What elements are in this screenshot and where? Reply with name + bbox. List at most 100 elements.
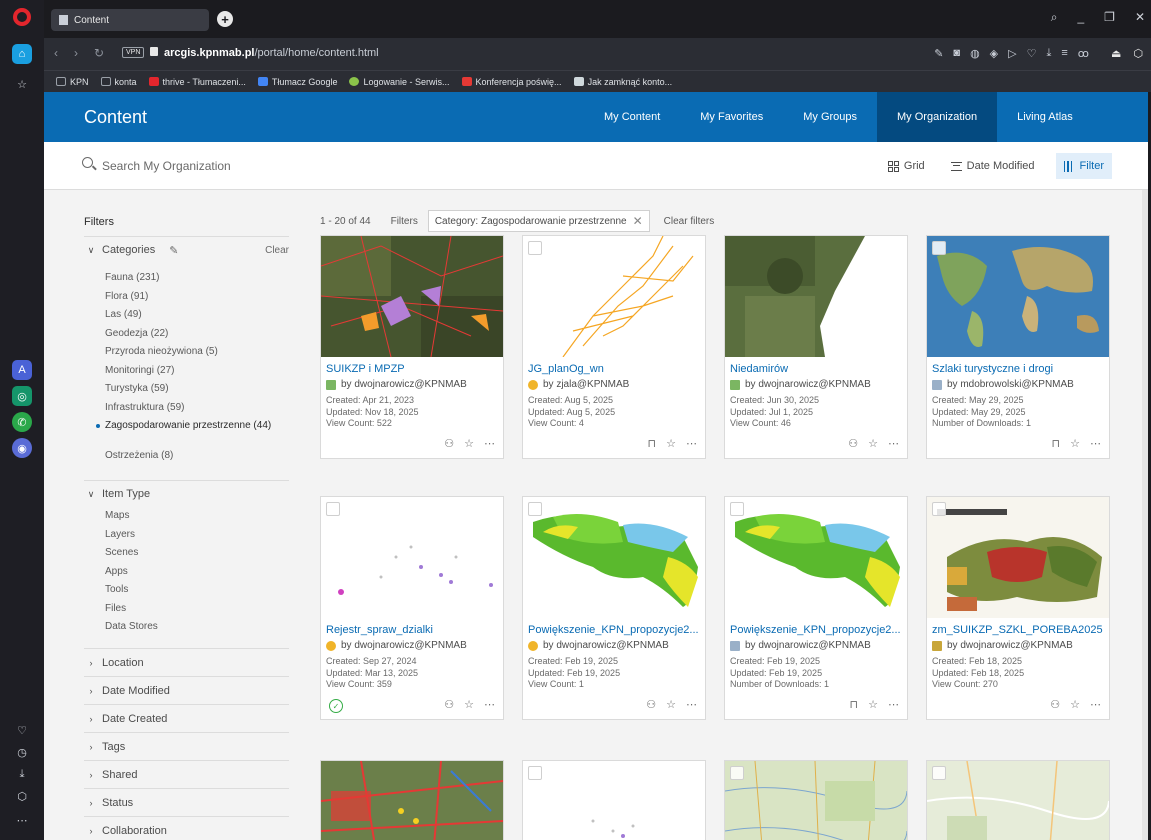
- more-icon[interactable]: ⋯: [1090, 698, 1101, 711]
- item-card[interactable]: [926, 760, 1110, 840]
- tab-my-organization[interactable]: My Organization: [877, 92, 998, 142]
- clear-categories-button[interactable]: Clear: [265, 245, 289, 256]
- facet-status-header[interactable]: › Status: [84, 789, 289, 817]
- tab-living-atlas[interactable]: Living Atlas: [997, 92, 1093, 142]
- star-icon[interactable]: ☆: [666, 698, 676, 711]
- chatgpt-icon[interactable]: ◎: [12, 386, 32, 406]
- reload-icon[interactable]: ↻: [94, 46, 104, 60]
- facet-date-modified-header[interactable]: › Date Modified: [84, 677, 289, 705]
- sort-button[interactable]: Date Modified: [946, 153, 1040, 179]
- category-item[interactable]: Turystyka (59): [105, 380, 289, 399]
- item-type-item[interactable]: Tools: [105, 581, 289, 600]
- item-type-item[interactable]: Maps: [105, 507, 289, 526]
- scrollbar[interactable]: [1142, 190, 1148, 840]
- tab-my-groups[interactable]: My Groups: [783, 92, 877, 142]
- aria-icon[interactable]: A: [12, 360, 32, 380]
- menu-icon[interactable]: ≡: [1061, 47, 1067, 60]
- share-icon[interactable]: ⚇: [1050, 698, 1060, 711]
- item-card[interactable]: SUIKZP i MPZP by dwojnarowicz@KPNMAB Cre…: [320, 235, 504, 459]
- more-icon[interactable]: ⋯: [686, 698, 697, 711]
- category-item[interactable]: Las (49): [105, 306, 289, 325]
- item-card[interactable]: [724, 760, 908, 840]
- category-item[interactable]: Infrastruktura (59): [105, 399, 289, 418]
- item-title[interactable]: Powiększenie_KPN_propozycje2...: [730, 624, 902, 638]
- select-checkbox[interactable]: [528, 241, 542, 255]
- select-checkbox[interactable]: [730, 502, 744, 516]
- item-thumbnail[interactable]: [321, 761, 503, 840]
- bookmark-item[interactable]: Konferencja poświę...: [461, 77, 562, 87]
- music-player-icon[interactable]: ◉: [12, 438, 32, 458]
- category-item-selected[interactable]: Zagospodarowanie przestrzenne (44): [96, 417, 289, 447]
- maximize-icon[interactable]: ❐: [1104, 10, 1115, 25]
- item-card[interactable]: [522, 760, 706, 840]
- close-icon[interactable]: ✕: [1135, 10, 1145, 25]
- category-item[interactable]: Przyroda nieożywiona (5): [105, 343, 289, 362]
- camera-icon[interactable]: ◙: [953, 47, 960, 60]
- item-thumbnail[interactable]: [927, 497, 1109, 618]
- select-checkbox[interactable]: [932, 241, 946, 255]
- item-card[interactable]: Powiększenie_KPN_propozycje2... by dwojn…: [522, 496, 706, 720]
- item-card[interactable]: [320, 760, 504, 840]
- item-title[interactable]: JG_planOg_wn: [528, 363, 700, 377]
- category-item[interactable]: Monitoringi (27): [105, 362, 289, 381]
- wallet-icon[interactable]: ◈: [990, 47, 998, 60]
- more-icon[interactable]: ⋯: [686, 437, 697, 450]
- select-checkbox[interactable]: [932, 766, 946, 780]
- bookmark-item[interactable]: Tłumacz Google: [257, 77, 337, 87]
- heart-icon[interactable]: ♡: [1027, 47, 1037, 60]
- item-card[interactable]: Powiększenie_KPN_propozycje2... by dwojn…: [724, 496, 908, 720]
- home-icon[interactable]: ⌂: [12, 44, 32, 64]
- item-title[interactable]: Szlaki turystyczne i drogi: [932, 363, 1104, 377]
- star-icon[interactable]: ☆: [868, 437, 878, 450]
- more-icon[interactable]: ⋯: [888, 698, 899, 711]
- item-title[interactable]: Rejestr_spraw_dzialki: [326, 624, 498, 638]
- filter-toggle-button[interactable]: Filter: [1055, 153, 1112, 179]
- lock-icon[interactable]: ⊓: [648, 437, 657, 450]
- tab-my-favorites[interactable]: My Favorites: [680, 92, 783, 142]
- pencil-icon[interactable]: ✎: [169, 244, 178, 257]
- download-icon[interactable]: ⤓: [1046, 47, 1051, 60]
- search-input[interactable]: [102, 154, 502, 178]
- item-title[interactable]: Powiększenie_KPN_propozycje2...: [528, 624, 700, 638]
- facet-location-header[interactable]: › Location: [84, 649, 289, 677]
- select-checkbox[interactable]: [730, 766, 744, 780]
- star-icon[interactable]: ☆: [464, 437, 474, 450]
- item-type-item[interactable]: Layers: [105, 526, 289, 545]
- bookmark-item[interactable]: thrive - Tłumaczeni...: [148, 77, 246, 87]
- clear-filters-button[interactable]: Clear filters: [664, 216, 715, 227]
- bookmark-item[interactable]: konta: [100, 77, 137, 87]
- bookmark-item[interactable]: Logowanie - Serwis...: [349, 77, 450, 87]
- share-icon[interactable]: ⚇: [444, 698, 454, 711]
- facet-date-created-header[interactable]: › Date Created: [84, 705, 289, 733]
- back-icon[interactable]: ‹: [54, 46, 58, 60]
- download-icon[interactable]: ⤓: [12, 764, 32, 784]
- item-thumbnail[interactable]: [523, 236, 705, 357]
- more-icon[interactable]: ⋯: [484, 698, 495, 711]
- search-tabs-icon[interactable]: ⌕: [1051, 10, 1058, 25]
- tab-my-content[interactable]: My Content: [584, 92, 680, 142]
- item-type-item[interactable]: Data Stores: [105, 618, 289, 637]
- lock-icon[interactable]: [150, 47, 158, 56]
- close-icon[interactable]: ✕: [633, 214, 643, 228]
- facet-collaboration-header[interactable]: › Collaboration: [84, 817, 289, 840]
- select-checkbox[interactable]: [528, 766, 542, 780]
- more-icon[interactable]: ⋯: [12, 810, 32, 830]
- item-thumbnail[interactable]: [523, 761, 705, 840]
- more-icon[interactable]: ⋯: [888, 437, 899, 450]
- tab-content[interactable]: Content: [51, 9, 209, 31]
- facet-item-type-header[interactable]: ∨ Item Type: [84, 481, 289, 507]
- history-icon[interactable]: ◷: [12, 742, 32, 762]
- share-icon[interactable]: ⚇: [646, 698, 656, 711]
- profile-icon[interactable]: ꝏ: [1078, 47, 1089, 60]
- play-icon[interactable]: ▷: [1008, 47, 1016, 60]
- more-icon[interactable]: ⋯: [484, 437, 495, 450]
- facet-shared-header[interactable]: › Shared: [84, 761, 289, 789]
- star-icon[interactable]: ☆: [868, 698, 878, 711]
- item-thumbnail[interactable]: [725, 497, 907, 618]
- share-icon[interactable]: ⚇: [444, 437, 454, 450]
- item-card[interactable]: Szlaki turystyczne i drogi by mdobrowols…: [926, 235, 1110, 459]
- item-thumbnail[interactable]: [321, 497, 503, 618]
- item-thumbnail[interactable]: [725, 236, 907, 357]
- lock-icon[interactable]: ⊓: [850, 698, 859, 711]
- cube-icon[interactable]: ⬡: [1133, 47, 1143, 60]
